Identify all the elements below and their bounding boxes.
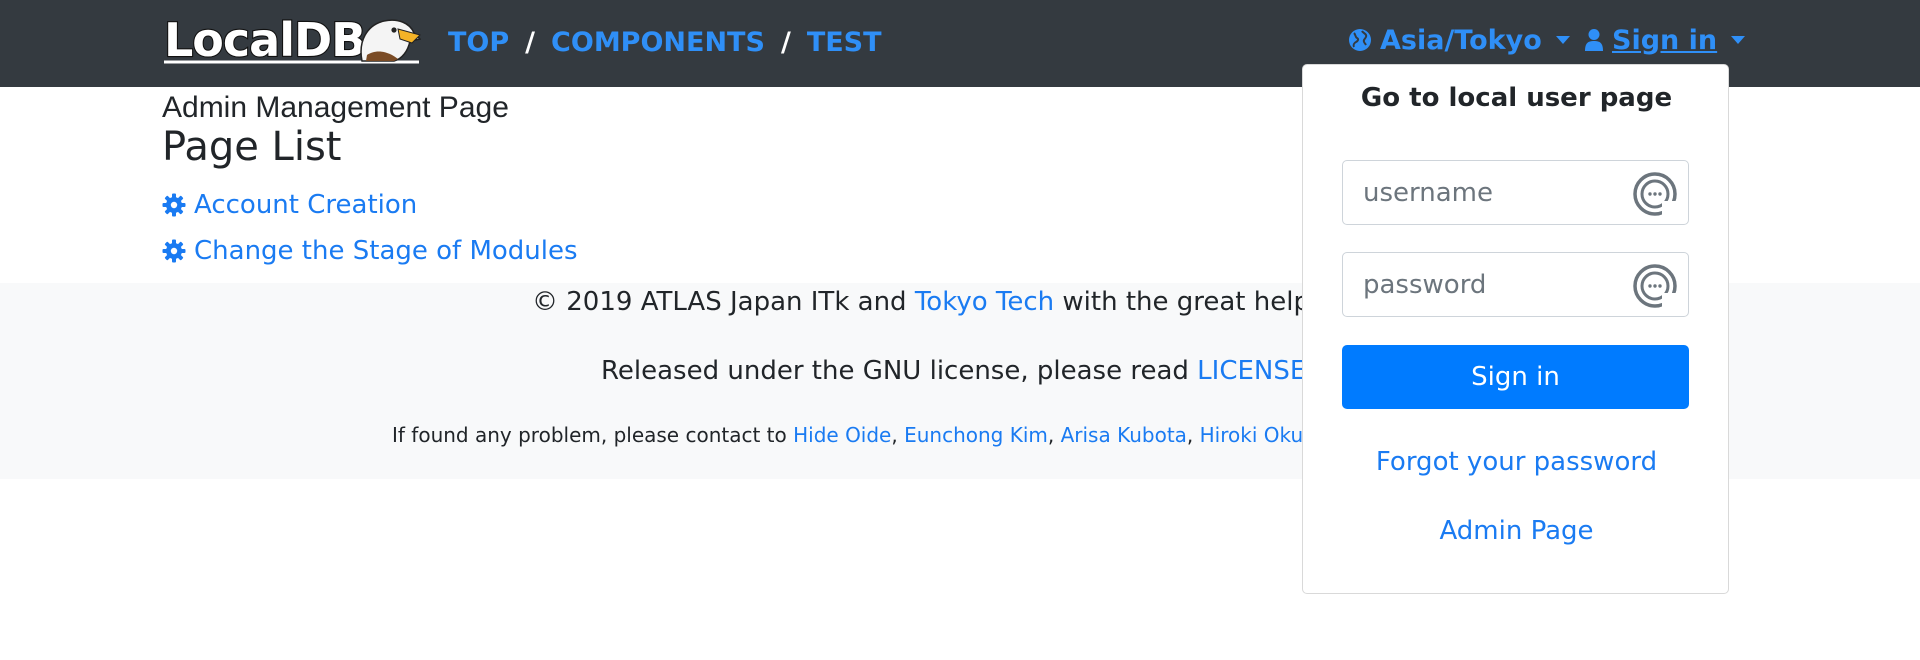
- password-manager-icon[interactable]: [1632, 263, 1678, 309]
- globe-icon: [1349, 29, 1371, 51]
- breadcrumb-components-link[interactable]: COMPONENTS: [551, 27, 765, 58]
- gear-icon: [162, 193, 186, 217]
- breadcrumb-test-link[interactable]: TEST: [807, 27, 882, 58]
- dropdown-title: Go to local user page: [1360, 83, 1673, 113]
- timezone-label: Asia/Tokyo: [1380, 24, 1542, 56]
- signin-submit-button[interactable]: Sign in: [1342, 345, 1689, 409]
- user-icon: [1585, 29, 1603, 51]
- footer-copyright: © 2019 ATLAS Japan ITk and Tokyo Tech wi…: [532, 287, 1343, 317]
- breadcrumb: TOP / COMPONENTS / TEST: [448, 22, 882, 62]
- signin-toggle-label: Sign in: [1612, 24, 1718, 56]
- footer-contact: If found any problem, please contact to …: [392, 423, 1359, 447]
- contact-separator: ,: [1186, 423, 1200, 447]
- breadcrumb-separator: /: [525, 26, 536, 58]
- copyright-text: © 2019 ATLAS Japan ITk and: [532, 287, 915, 317]
- forgot-password-link[interactable]: Forgot your password: [1303, 447, 1730, 477]
- copyright-suffix: with the great help of: [1054, 287, 1344, 317]
- username-field[interactable]: [1342, 160, 1689, 225]
- password-manager-icon[interactable]: [1632, 171, 1678, 217]
- caret-down-icon: [1555, 36, 1570, 44]
- signin-dropdown-menu: Go to local user page Sign in Forgot you…: [1302, 64, 1729, 594]
- contact-separator: ,: [891, 423, 905, 447]
- username-input[interactable]: [1343, 161, 1643, 224]
- footer-license: Released under the GNU license, please r…: [601, 356, 1364, 386]
- timezone-dropdown[interactable]: Asia/Tokyo: [1348, 20, 1570, 60]
- eagle-icon: [360, 19, 422, 62]
- localdb-logo[interactable]: LocalDB: [162, 11, 422, 68]
- admin-page-link[interactable]: Admin Page: [1303, 516, 1730, 546]
- admin-page-heading: Admin Management Page: [162, 91, 509, 124]
- tokyo-tech-link[interactable]: Tokyo Tech: [915, 287, 1054, 317]
- contact-link-arisa-kubota[interactable]: Arisa Kubota: [1061, 423, 1187, 447]
- change-module-stage-label: Change the Stage of Modules: [194, 236, 578, 266]
- contact-link-eunchong-kim[interactable]: Eunchong Kim: [904, 423, 1048, 447]
- password-input[interactable]: [1343, 253, 1643, 316]
- account-creation-label: Account Creation: [194, 190, 418, 220]
- license-text: Released under the GNU license, please r…: [601, 356, 1198, 386]
- gear-icon: [162, 239, 186, 263]
- caret-down-icon: [1731, 36, 1746, 44]
- contact-separator: ,: [1047, 423, 1061, 447]
- logo-text: LocalDB: [164, 13, 365, 65]
- breadcrumb-top-link[interactable]: TOP: [448, 27, 509, 58]
- password-field[interactable]: [1342, 252, 1689, 317]
- account-creation-link[interactable]: Account Creation: [162, 190, 417, 220]
- breadcrumb-separator: /: [780, 26, 791, 58]
- contact-text: If found any problem, please contact to: [392, 423, 794, 447]
- signin-dropdown-toggle[interactable]: Sign in: [1584, 20, 1746, 60]
- page-title: Page List: [162, 124, 342, 170]
- contact-link-hide-oide[interactable]: Hide Oide: [793, 423, 891, 447]
- change-module-stage-link[interactable]: Change the Stage of Modules: [162, 236, 578, 266]
